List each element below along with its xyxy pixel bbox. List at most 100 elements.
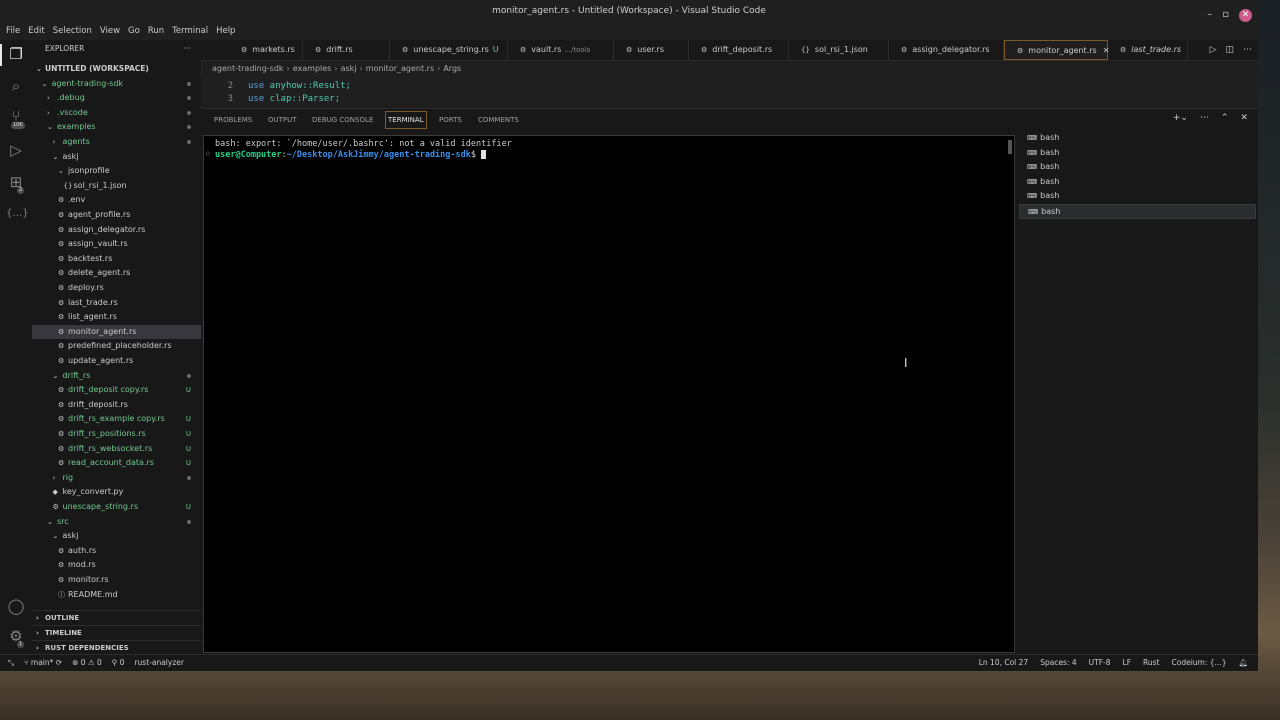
file-item[interactable]: ⚙ drift_rs_example copy.rs U [32, 412, 201, 427]
run-icon[interactable]: ▷ [1210, 40, 1217, 60]
menu-go[interactable]: Go [124, 22, 144, 40]
editor-tab[interactable]: ⚙ user.rs [614, 40, 689, 60]
editor-tab[interactable]: {} sol_rsi_1.json [789, 40, 889, 60]
timeline-section[interactable]: › TIMELINE [32, 625, 201, 641]
new-terminal-icon[interactable]: +⌄ [1173, 113, 1188, 123]
file-item[interactable]: ⚙ drift_rs_websocket.rs U [32, 442, 201, 457]
tab-terminal[interactable]: TERMINAL [385, 111, 427, 129]
folder-item[interactable]: ⌄ askj [32, 150, 201, 165]
file-item[interactable]: ⚙ drift_deposit copy.rs U [32, 383, 201, 398]
breadcrumb-item[interactable]: agent-trading-sdk [212, 64, 284, 73]
menu-help[interactable]: Help [212, 22, 239, 40]
editor-tab[interactable]: ⚙ unescape_string.rs U [390, 40, 508, 60]
split-editor-icon[interactable]: ◫ [1225, 40, 1234, 60]
folder-item[interactable]: ⌄ askj [32, 529, 201, 544]
outline-section[interactable]: › OUTLINE [32, 610, 201, 626]
ports-status[interactable]: ⚲ 0 [112, 655, 125, 671]
folder-item[interactable]: › .debug [32, 91, 201, 106]
file-item[interactable]: ⚙ monitor_agent.rs [32, 324, 201, 340]
file-item[interactable]: ◆ key_convert.py [32, 485, 201, 500]
file-item[interactable]: ⚙ read_account_data.rs U [32, 456, 201, 471]
menu-view[interactable]: View [96, 22, 124, 40]
breadcrumb-item[interactable]: Args [443, 64, 461, 73]
editor-tab[interactable]: ⚙ vault.rs .../tools [508, 40, 614, 60]
folder-item[interactable]: › .vscode [32, 106, 201, 121]
file-item[interactable]: ⚙ drift_deposit.rs [32, 398, 201, 413]
account-icon[interactable]: ◯ [6, 596, 26, 616]
editor-tab[interactable]: ⚙ drift_deposit.rs [689, 40, 789, 60]
more-icon[interactable]: ⋯ [1243, 40, 1252, 60]
menu-edit[interactable]: Edit [24, 22, 48, 40]
run-debug-icon[interactable]: ▷ [6, 140, 26, 160]
editor-tab[interactable]: ⚙ monitor_agent.rs ✕ [1004, 40, 1109, 60]
file-item[interactable]: ⚙ mod.rs [32, 558, 201, 573]
explorer-icon[interactable]: ❐ [6, 44, 26, 64]
editor-tab[interactable]: ⚙ drift.rs [303, 40, 390, 60]
breadcrumb-item[interactable]: monitor_agent.rs [366, 64, 434, 73]
folder-item[interactable]: ⌄ jsonprofile [32, 164, 201, 179]
tab-debug-console[interactable]: DEBUG CONSOLE [312, 113, 373, 127]
file-item[interactable]: ⚙ auth.rs [32, 544, 201, 559]
terminal-list-item[interactable]: ⌨ bash [1019, 175, 1256, 190]
terminal-list-item[interactable]: ⌨ bash [1019, 160, 1256, 175]
terminal[interactable]: bash: export: `/home/user/.bashrc': not … [203, 135, 1015, 653]
menu-file[interactable]: File [2, 22, 24, 40]
search-icon[interactable]: ⌕ [6, 76, 26, 96]
language-mode[interactable]: Rust [1143, 655, 1159, 671]
rust-dependencies-section[interactable]: › RUST DEPENDENCIES [32, 640, 201, 654]
folder-item[interactable]: › rig [32, 471, 201, 486]
folder-item[interactable]: ⌄ examples [32, 120, 201, 135]
file-item[interactable]: ⚙ list_agent.rs [32, 310, 201, 325]
breadcrumb-item[interactable]: examples [293, 64, 332, 73]
close-panel-icon[interactable]: ✕ [1240, 113, 1248, 123]
workspace-root[interactable]: ⌄ UNTITLED (WORKSPACE) [32, 62, 201, 77]
folder-item[interactable]: ⌄ src [32, 515, 201, 530]
tab-problems[interactable]: PROBLEMS [214, 113, 252, 127]
terminal-list-item-active[interactable]: ⌨ bash [1019, 204, 1256, 219]
close-window-icon[interactable]: ✕ [1239, 8, 1252, 22]
tab-output[interactable]: OUTPUT [268, 113, 297, 127]
file-item[interactable]: ⚙ assign_delegator.rs [32, 223, 201, 238]
file-item[interactable]: ⚙ monitor.rs [32, 573, 201, 588]
terminal-list-item[interactable]: ⌨ bash [1019, 131, 1256, 146]
folder-item[interactable]: ⌄ drift_rs [32, 369, 201, 384]
encoding[interactable]: UTF-8 [1089, 655, 1111, 671]
menu-run[interactable]: Run [144, 22, 168, 40]
file-item[interactable]: ⚙ .env [32, 193, 201, 208]
file-item[interactable]: ⚙ backtest.rs [32, 252, 201, 267]
bell-icon[interactable]: 🔔︎ [1238, 655, 1248, 671]
line-ending[interactable]: LF [1123, 655, 1132, 671]
menu-selection[interactable]: Selection [49, 22, 96, 40]
code-editor[interactable]: 2 use anyhow::Result; 3 use clap::Parser… [201, 76, 1258, 106]
branch-status[interactable]: ⑂ main* ⟳ [24, 655, 62, 671]
more-actions-icon[interactable]: ··· [184, 40, 191, 58]
maximize-panel-icon[interactable]: ⌃ [1221, 113, 1229, 123]
cursor-position[interactable]: Ln 10, Col 27 [979, 655, 1028, 671]
terminal-list-item[interactable]: ⌨ bash [1019, 146, 1256, 161]
tab-ports[interactable]: PORTS [439, 113, 462, 127]
terminal-list-item[interactable]: ⌨ bash [1019, 189, 1256, 204]
folder-item[interactable]: ⌄ agent-trading-sdk [32, 77, 201, 92]
codeium-status[interactable]: Codeium: {...} [1172, 655, 1227, 671]
json-icon[interactable]: {…} [6, 204, 29, 224]
file-item[interactable]: {} sol_rsi_1.json [32, 179, 201, 194]
file-item[interactable]: ⚙ predefined_placeholder.rs [32, 339, 201, 354]
editor-tab[interactable]: ⚙ assign_delegator.rs [889, 40, 1004, 60]
indentation[interactable]: Spaces: 4 [1040, 655, 1076, 671]
menu-terminal[interactable]: Terminal [168, 22, 212, 40]
remote-icon[interactable]: ⤡ [8, 655, 14, 671]
editor-tab[interactable]: ⚙ last_trade.rs [1108, 40, 1188, 60]
more-icon[interactable]: ⋯ [1200, 113, 1209, 123]
file-item[interactable]: ⚙ assign_vault.rs [32, 237, 201, 252]
terminal-scrollbar[interactable] [1008, 140, 1012, 154]
file-item[interactable]: ⓘ README.md [32, 588, 201, 603]
file-item[interactable]: ⚙ deploy.rs [32, 281, 201, 296]
file-item[interactable]: ⚙ update_agent.rs [32, 354, 201, 369]
problems-status[interactable]: ⊗ 0 ⚠ 0 [72, 655, 102, 671]
editor-tab[interactable]: ⚙ markets.rs [229, 40, 303, 60]
file-item[interactable]: ⚙ last_trade.rs [32, 296, 201, 311]
tab-comments[interactable]: COMMENTS [478, 113, 519, 127]
file-item[interactable]: ⚙ unescape_string.rs U [32, 500, 201, 515]
file-item[interactable]: ⚙ delete_agent.rs [32, 266, 201, 281]
file-item[interactable]: ⚙ drift_rs_positions.rs U [32, 427, 201, 442]
